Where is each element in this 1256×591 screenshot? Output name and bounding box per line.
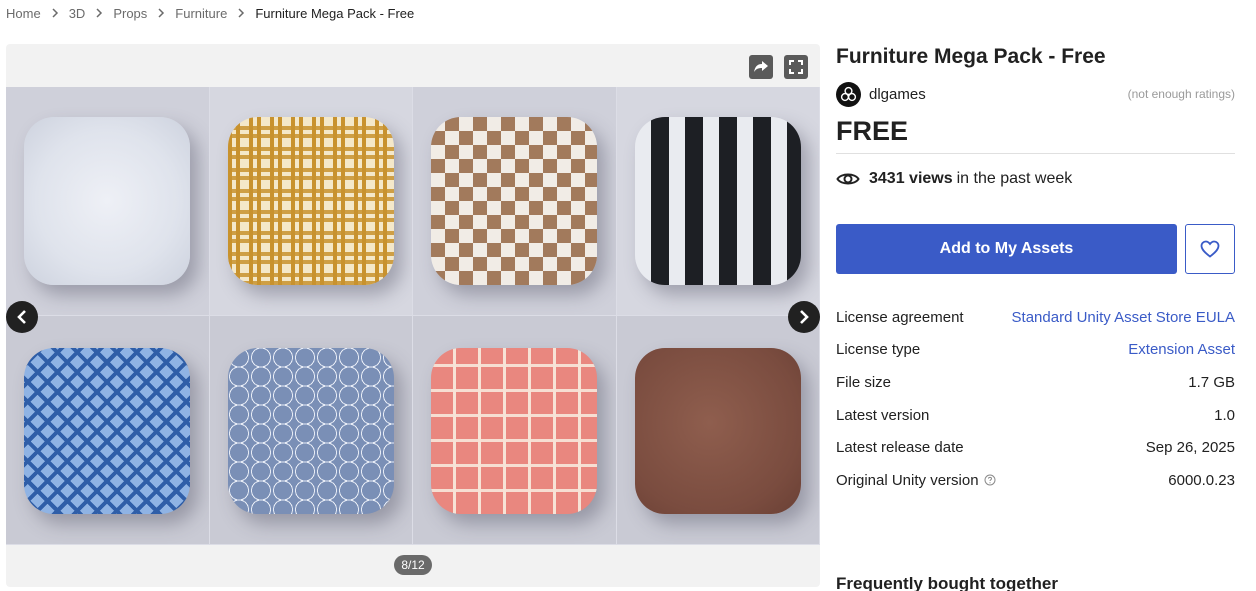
pillow-tile — [6, 87, 210, 316]
chevron-right-icon — [51, 8, 59, 18]
next-image-button[interactable] — [788, 301, 820, 333]
pillow-image — [227, 117, 394, 285]
detail-value: 1.7 GB — [1188, 373, 1235, 391]
views-suffix: in the past week — [956, 170, 1073, 187]
breadcrumb-props[interactable]: Props — [113, 6, 147, 21]
pillow-image — [634, 117, 801, 285]
detail-license-agreement: License agreement Standard Unity Asset S… — [836, 301, 1235, 334]
action-row: Add to My Assets — [836, 224, 1235, 274]
heart-icon — [1200, 240, 1220, 258]
detail-label: Latest release date — [836, 439, 964, 457]
pillow-grid — [6, 87, 820, 545]
detail-value: Sep 26, 2025 — [1145, 439, 1235, 457]
detail-label: License type — [836, 341, 921, 359]
favorite-button[interactable] — [1185, 224, 1235, 274]
share-icon — [753, 60, 769, 74]
product-title: Furniture Mega Pack - Free — [836, 45, 1106, 68]
pillow-image — [634, 348, 801, 514]
detail-unity-version: Original Unity version 6000.0.23 — [836, 464, 1235, 497]
detail-latest-version: Latest version 1.0 — [836, 399, 1235, 432]
chevron-right-icon — [237, 8, 245, 18]
detail-value: 6000.0.23 — [1168, 471, 1235, 489]
detail-label: License agreement — [836, 308, 964, 326]
pillow-image — [431, 117, 597, 285]
gallery-image[interactable] — [6, 87, 820, 545]
pillow-tile — [413, 316, 617, 545]
image-gallery: 8/12 — [6, 44, 820, 587]
chevron-right-icon — [798, 310, 810, 324]
views-row: 3431 views in the past week — [836, 168, 1235, 190]
pillow-tile — [209, 316, 413, 545]
detail-label: Original Unity version — [836, 471, 979, 489]
publisher-avatar[interactable] — [836, 81, 861, 107]
pillow-tile — [413, 87, 617, 316]
chevron-right-icon — [95, 8, 103, 18]
detail-label: File size — [836, 373, 892, 391]
license-agreement-link[interactable]: Standard Unity Asset Store EULA — [1012, 309, 1235, 326]
breadcrumb-home[interactable]: Home — [6, 6, 41, 21]
views-count: 3431 views — [869, 170, 953, 187]
section-heading: Frequently bought together — [836, 574, 1058, 591]
license-type-link[interactable]: Extension Asset — [1128, 341, 1235, 358]
pillow-image — [227, 348, 394, 514]
help-icon[interactable] — [984, 474, 996, 486]
share-button[interactable] — [749, 55, 773, 79]
pillow-image — [24, 348, 190, 514]
fullscreen-icon — [789, 60, 803, 74]
pillow-tile — [616, 87, 820, 316]
pillow-tile — [209, 87, 413, 316]
add-to-assets-button[interactable]: Add to My Assets — [836, 224, 1177, 274]
chevron-left-icon — [16, 310, 28, 324]
chevron-right-icon — [157, 8, 165, 18]
pillow-tile — [6, 316, 210, 545]
breadcrumb: Home 3D Props Furniture Furniture Mega P… — [6, 4, 414, 22]
pillow-tile — [616, 316, 820, 545]
price: FREE — [836, 115, 1235, 154]
breadcrumb-current: Furniture Mega Pack - Free — [255, 5, 415, 21]
pillow-image — [431, 348, 597, 514]
fullscreen-button[interactable] — [784, 55, 808, 79]
gallery-toolbar — [749, 55, 808, 79]
detail-label: Latest version — [836, 406, 930, 424]
detail-license-type: License type Extension Asset — [836, 334, 1235, 367]
breadcrumb-furniture[interactable]: Furniture — [175, 6, 227, 21]
pillow-image — [24, 117, 190, 285]
rating-text: (not enough ratings) — [1127, 87, 1235, 101]
publisher-row: dlgames (not enough ratings) — [836, 81, 1235, 107]
breadcrumb-3d[interactable]: 3D — [69, 6, 86, 21]
detail-label-wrap: Original Unity version — [836, 472, 996, 489]
detail-file-size: File size 1.7 GB — [836, 366, 1235, 399]
publisher-name[interactable]: dlgames — [869, 86, 926, 103]
eye-icon — [836, 171, 860, 187]
previous-image-button[interactable] — [6, 301, 38, 333]
detail-value: 1.0 — [1214, 406, 1235, 424]
product-details: License agreement Standard Unity Asset S… — [836, 301, 1235, 497]
product-info-panel: Furniture Mega Pack - Free dlgames (not … — [836, 44, 1235, 497]
image-counter: 8/12 — [394, 555, 432, 575]
detail-release-date: Latest release date Sep 26, 2025 — [836, 431, 1235, 464]
